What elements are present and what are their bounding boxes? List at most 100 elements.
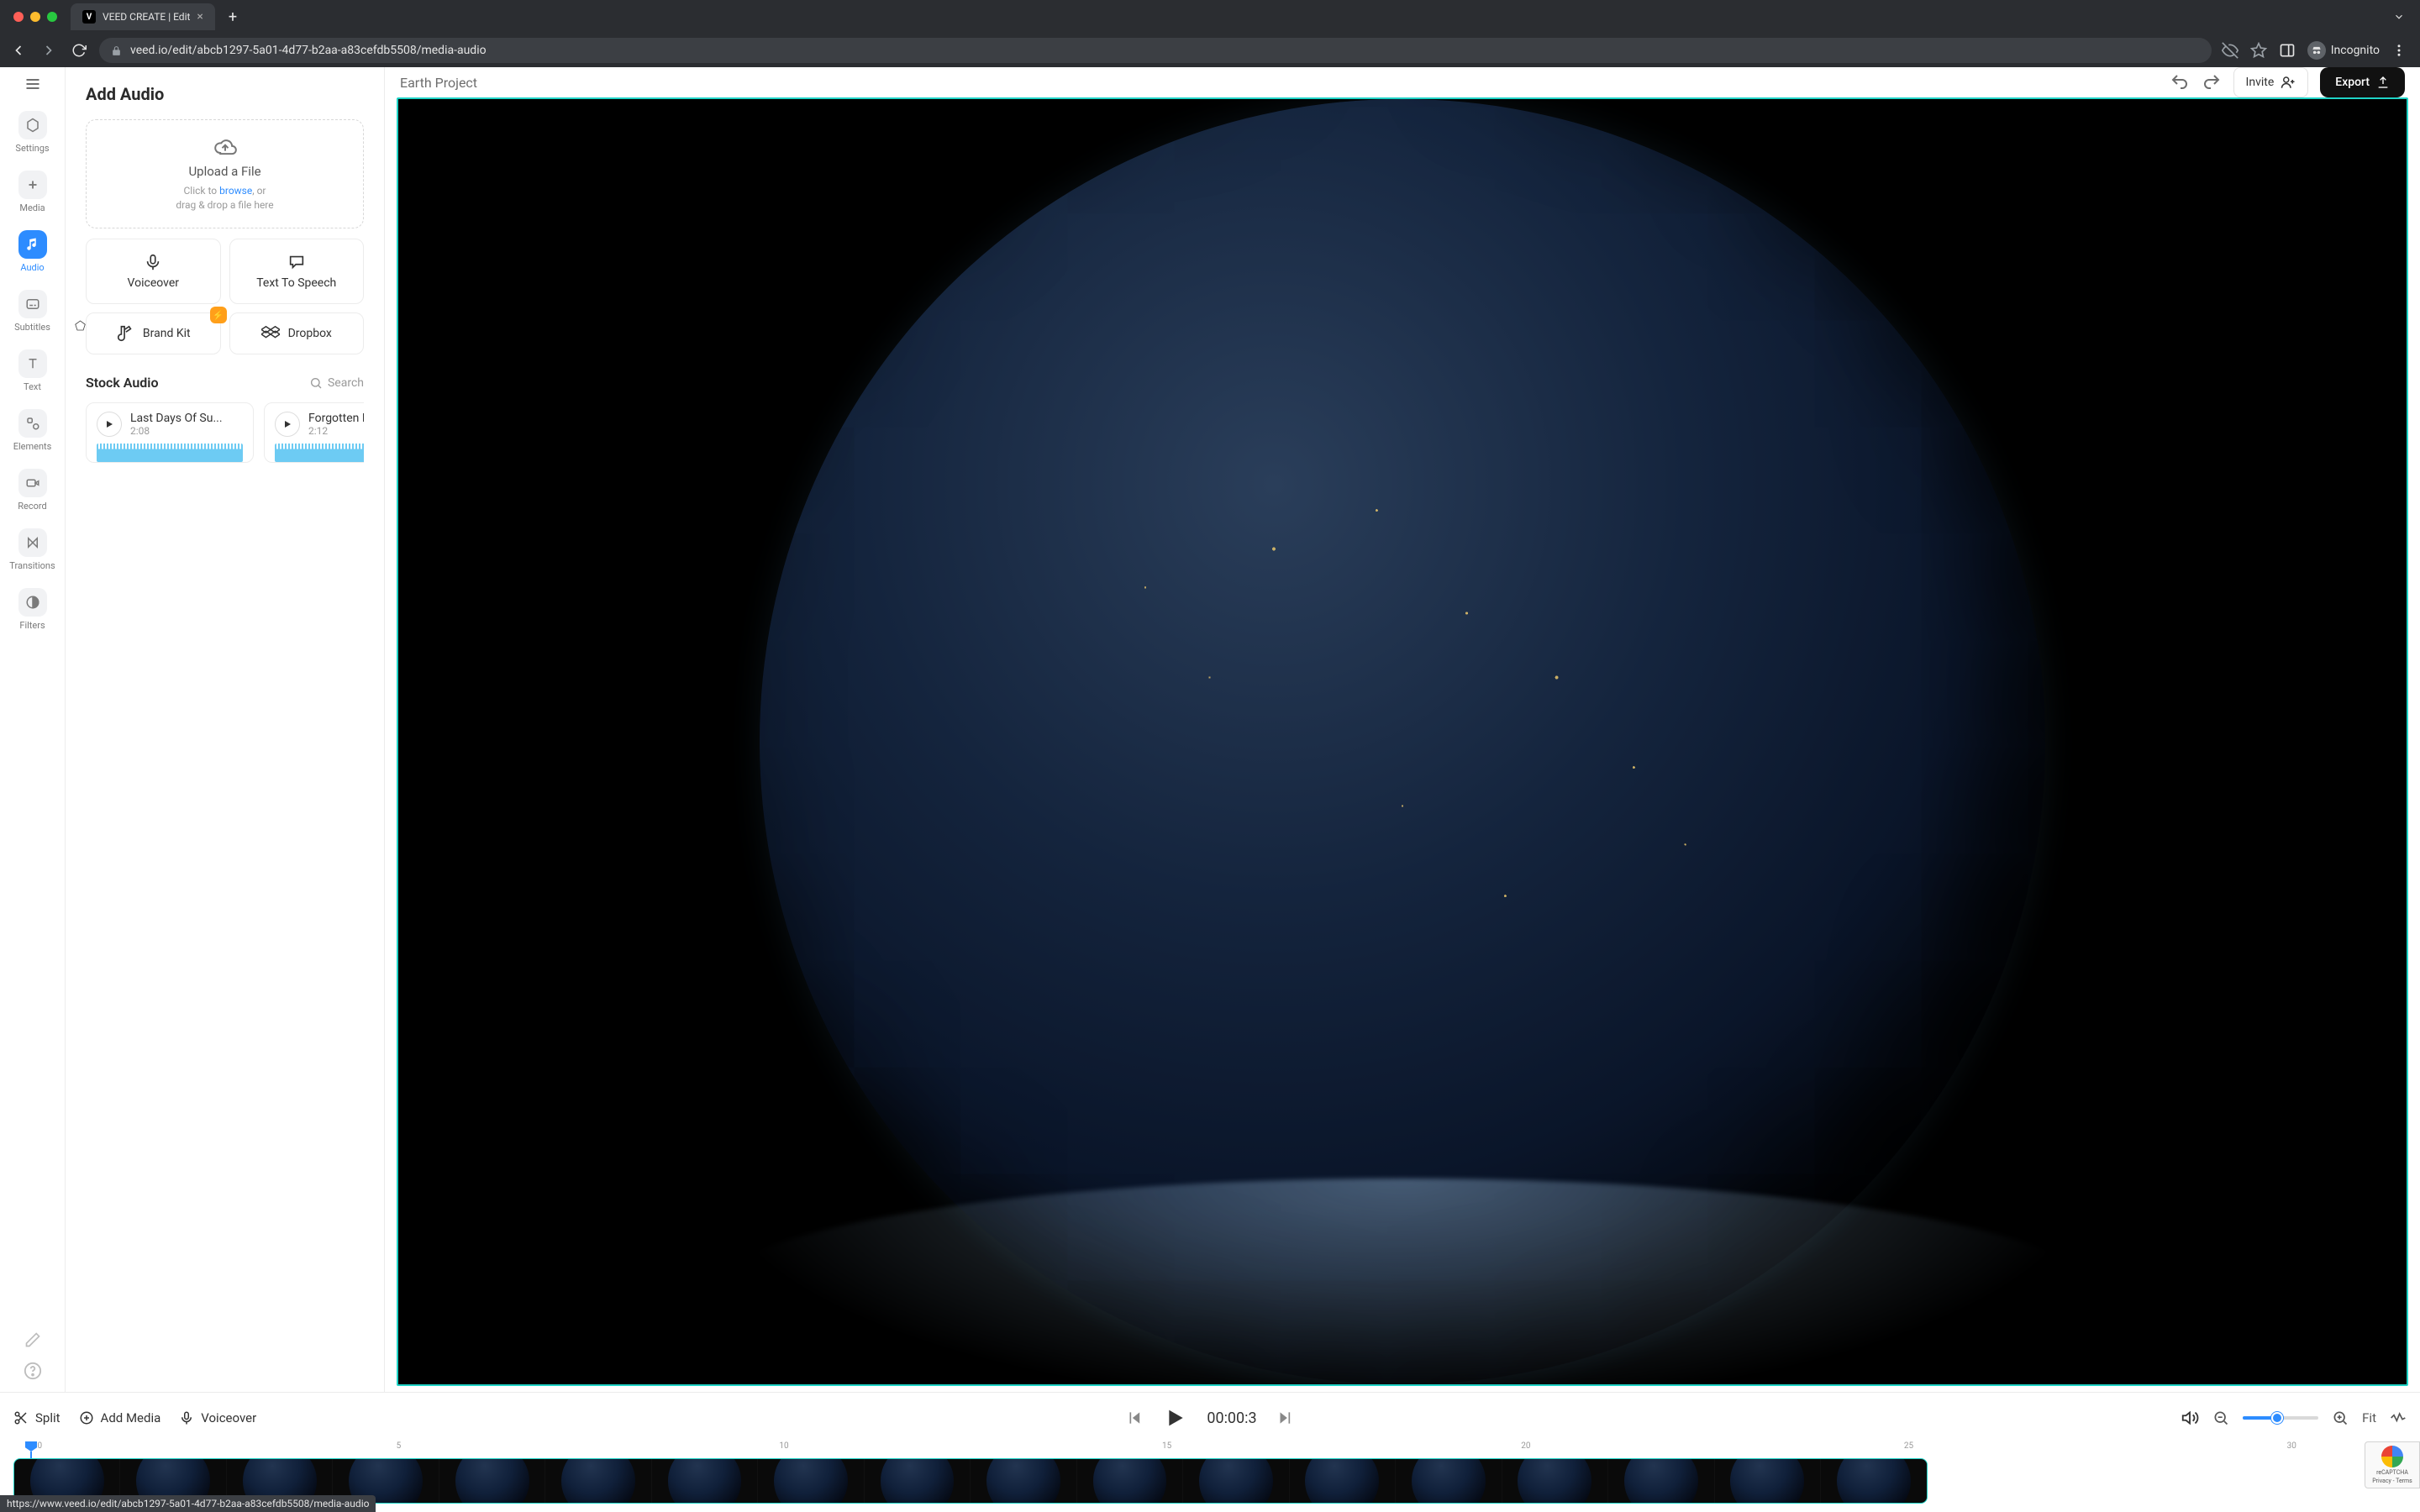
upload-hint-prefix: Click to — [184, 185, 220, 197]
export-button[interactable]: Export — [2320, 67, 2405, 97]
kebab-menu-icon[interactable] — [2391, 43, 2407, 58]
audio-panel: Add Audio Upload a File Click to browse,… — [66, 67, 385, 1392]
recaptcha-icon — [2381, 1446, 2403, 1467]
stock-track[interactable]: Forgotten Her 2:12 — [264, 402, 364, 463]
hexagon-icon — [18, 111, 47, 139]
redo-button[interactable] — [2202, 72, 2222, 92]
person-plus-icon — [2281, 75, 2296, 90]
rail-item-transitions[interactable]: Transitions — [0, 522, 65, 578]
forward-button[interactable] — [39, 42, 59, 59]
split-label: Split — [35, 1410, 60, 1425]
waveform-icon — [275, 444, 364, 462]
rail-item-record[interactable]: Record — [0, 462, 65, 518]
brandkit-card[interactable]: ⚡ Brand Kit — [86, 312, 221, 354]
stock-search[interactable]: Search — [309, 376, 364, 390]
browser-tab[interactable]: V VEED CREATE | Edit × — [71, 3, 215, 30]
pencil-icon[interactable] — [24, 1331, 41, 1348]
rail-label: Transitions — [9, 560, 55, 571]
close-tab-icon[interactable]: × — [197, 10, 203, 24]
track-duration: 2:08 — [130, 425, 223, 437]
add-media-label: Add Media — [101, 1410, 161, 1425]
skip-back-button[interactable] — [1126, 1410, 1143, 1426]
tab-title: VEED CREATE | Edit — [103, 11, 190, 23]
rail-item-text[interactable]: Text — [0, 343, 65, 399]
video-canvas[interactable] — [397, 97, 2408, 1386]
stock-audio-title: Stock Audio — [86, 375, 159, 391]
rail-label: Settings — [15, 143, 49, 154]
tts-card[interactable]: Text To Speech — [229, 239, 365, 304]
window-minimize-icon[interactable] — [30, 12, 40, 22]
recaptcha-terms: Privacy - Terms — [2372, 1478, 2412, 1484]
hamburger-icon[interactable] — [24, 76, 41, 92]
music-note-icon — [18, 230, 47, 259]
dropbox-label: Dropbox — [288, 327, 332, 340]
zoom-slider[interactable] — [2243, 1416, 2318, 1420]
zoom-in-button[interactable] — [2332, 1410, 2349, 1426]
incognito-label: Incognito — [2331, 44, 2380, 57]
add-media-button[interactable]: Add Media — [79, 1410, 161, 1425]
contrast-icon — [18, 588, 47, 617]
upload-title: Upload a File — [188, 164, 260, 179]
tabs-overflow-icon[interactable] — [2385, 11, 2413, 23]
split-button[interactable]: Split — [13, 1410, 60, 1425]
upload-hint-suffix: , or — [252, 185, 266, 197]
voiceover-label: Voiceover — [128, 276, 179, 290]
invite-button[interactable]: Invite — [2233, 67, 2309, 97]
undo-button[interactable] — [2170, 72, 2190, 92]
address-bar[interactable]: veed.io/edit/abcb1297-5a01-4d77-b2aa-a83… — [99, 38, 2212, 63]
status-bar-url: https://www.veed.io/edit/abcb1297-5a01-4… — [0, 1495, 376, 1512]
project-name-input[interactable]: Earth Project — [400, 75, 477, 91]
pro-badge-icon: ⚡ — [210, 307, 227, 323]
time-ruler[interactable]: 0 5 10 15 20 25 30 — [13, 1441, 2407, 1458]
waveform-toggle-icon[interactable] — [2390, 1410, 2407, 1426]
fit-button[interactable]: Fit — [2362, 1410, 2376, 1425]
dropbox-icon — [261, 324, 280, 343]
window-maximize-icon[interactable] — [47, 12, 57, 22]
upload-cloud-icon — [213, 135, 237, 159]
tick: 0 — [37, 1441, 42, 1451]
voiceover-card[interactable]: Voiceover — [86, 239, 221, 304]
new-tab-button[interactable]: + — [222, 8, 244, 26]
rail-item-subtitles[interactable]: Subtitles — [0, 283, 65, 339]
reload-button[interactable] — [69, 43, 89, 58]
text-icon — [18, 349, 47, 378]
play-icon[interactable] — [275, 412, 300, 437]
play-button[interactable] — [1163, 1406, 1186, 1430]
track-title: Forgotten Her — [308, 412, 364, 425]
plus-icon — [18, 171, 47, 199]
export-label: Export — [2335, 76, 2370, 89]
upload-dropzone[interactable]: Upload a File Click to browse, or drag &… — [86, 119, 364, 228]
timeline-voiceover-button[interactable]: Voiceover — [179, 1410, 256, 1425]
help-icon[interactable] — [24, 1362, 42, 1380]
tick: 30 — [2287, 1441, 2296, 1451]
tts-label: Text To Speech — [256, 276, 336, 290]
rail-label: Record — [18, 501, 46, 512]
rail-item-settings[interactable]: Settings — [0, 104, 65, 160]
zoom-out-button[interactable] — [2212, 1410, 2229, 1426]
favicon-icon: V — [82, 10, 96, 24]
bookmark-star-icon[interactable] — [2250, 42, 2267, 59]
rail-item-audio[interactable]: Audio — [0, 223, 65, 280]
volume-button[interactable] — [2181, 1409, 2199, 1427]
rail-item-media[interactable]: Media — [0, 164, 65, 220]
window-close-icon[interactable] — [13, 12, 24, 22]
tool-rail: Settings Media Audio Subtitles Text Elem… — [0, 67, 66, 1392]
skip-forward-button[interactable] — [1277, 1410, 1294, 1426]
back-button[interactable] — [8, 42, 29, 59]
rail-label: Elements — [13, 441, 52, 452]
camera-icon — [18, 469, 47, 497]
stock-track[interactable]: Last Days Of Su... 2:08 — [86, 402, 254, 463]
rail-item-filters[interactable]: Filters — [0, 581, 65, 638]
recaptcha-badge[interactable]: reCAPTCHA Privacy - Terms — [2365, 1441, 2420, 1488]
panel-icon[interactable] — [2279, 42, 2296, 59]
play-icon[interactable] — [97, 412, 122, 437]
eye-off-icon[interactable] — [2222, 42, 2238, 59]
upload-browse-link[interactable]: browse — [219, 185, 252, 197]
incognito-avatar-icon — [2307, 41, 2326, 60]
panel-title: Add Audio — [86, 84, 364, 104]
tick: 15 — [1162, 1441, 1171, 1451]
editor-topbar: Earth Project Invite Export — [385, 67, 2420, 97]
dropbox-card[interactable]: Dropbox — [229, 312, 365, 354]
swatch-icon — [116, 324, 134, 343]
rail-item-elements[interactable]: Elements — [0, 402, 65, 459]
